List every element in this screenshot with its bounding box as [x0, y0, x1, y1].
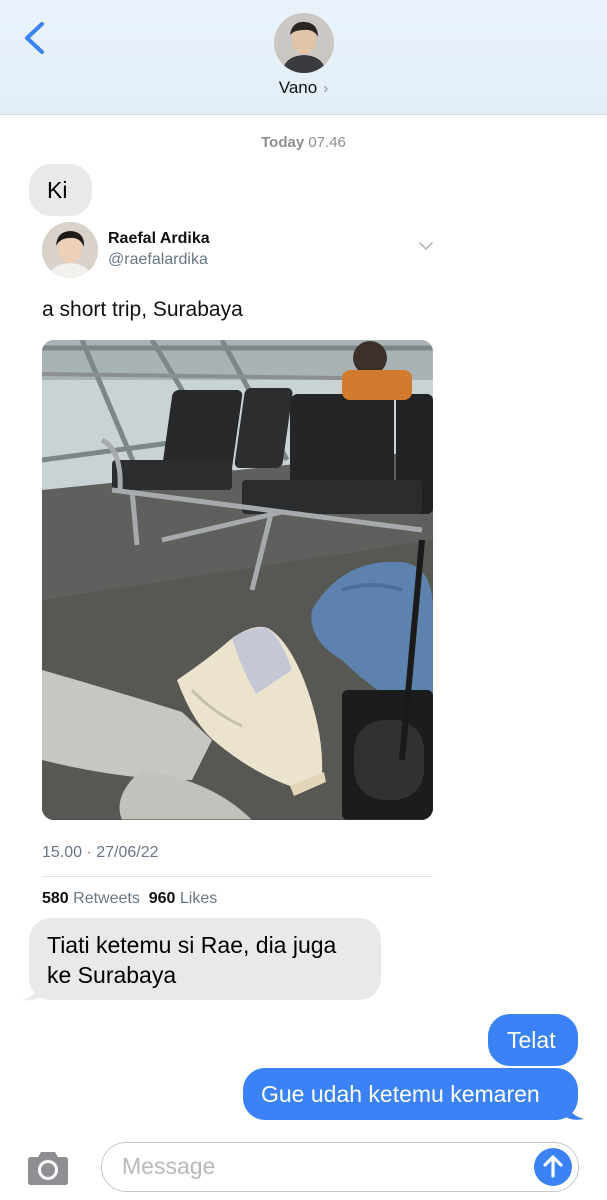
chevron-right-icon: ›	[323, 80, 329, 97]
tweet-preview-card[interactable]: Raefal Ardika @raefalardika a short trip…	[30, 218, 440, 918]
message-text: Telat	[507, 1027, 556, 1053]
send-button[interactable]	[534, 1148, 572, 1186]
contact-avatar[interactable]	[274, 13, 334, 73]
tweet-timestamp: 15.00 · 27/06/22	[42, 844, 159, 861]
message-text-line: Tiati ketemu si Rae, dia juga	[47, 932, 337, 958]
sent-message[interactable]: Gue udah ketemu kemaren	[243, 1068, 578, 1120]
likes-count: 960	[148, 890, 176, 907]
conversation-header: Vano ›	[0, 0, 607, 115]
likes-label: Likes	[179, 890, 218, 907]
tweet-divider	[42, 876, 433, 877]
contact-name-button[interactable]: Vano ›	[0, 78, 607, 98]
bubble-tail	[562, 1098, 584, 1120]
caret-down-icon[interactable]	[418, 240, 434, 252]
tweet-author-handle: @raefalardika	[108, 251, 208, 268]
message-input[interactable]	[122, 1143, 522, 1190]
back-chevron-icon	[25, 22, 44, 54]
sent-message[interactable]: Telat	[488, 1014, 578, 1066]
tweet-stats: 580 Retweets 960 Likes	[42, 890, 217, 908]
message-field[interactable]	[101, 1142, 579, 1192]
message-timestamp: Today 07.46	[0, 134, 607, 151]
message-composer	[0, 1132, 607, 1200]
message-text: Ki	[47, 177, 68, 203]
message-text: Gue udah ketemu kemaren	[261, 1081, 540, 1107]
camera-icon	[28, 1152, 68, 1185]
camera-button[interactable]	[24, 1150, 72, 1188]
received-message[interactable]: Ki	[29, 164, 92, 216]
tweet-author-avatar	[42, 222, 98, 278]
back-button[interactable]	[18, 18, 52, 58]
timestamp-day: Today	[261, 134, 305, 151]
retweets-count: 580	[42, 890, 69, 907]
tweet-author-name: Raefal Ardika	[108, 230, 210, 247]
retweets-label: Retweets	[73, 890, 140, 907]
tweet-text: a short trip, Surabaya	[42, 298, 243, 321]
contact-name: Vano	[278, 78, 318, 97]
send-arrow-icon	[543, 1155, 563, 1178]
bubble-tail	[22, 980, 44, 1001]
timestamp-time: 07.46	[308, 134, 346, 151]
message-text-line: ke Surabaya	[47, 962, 177, 988]
tweet-photo[interactable]	[42, 340, 433, 820]
received-message[interactable]: Tiati ketemu si Rae, dia juga ke Surabay…	[29, 918, 381, 1000]
